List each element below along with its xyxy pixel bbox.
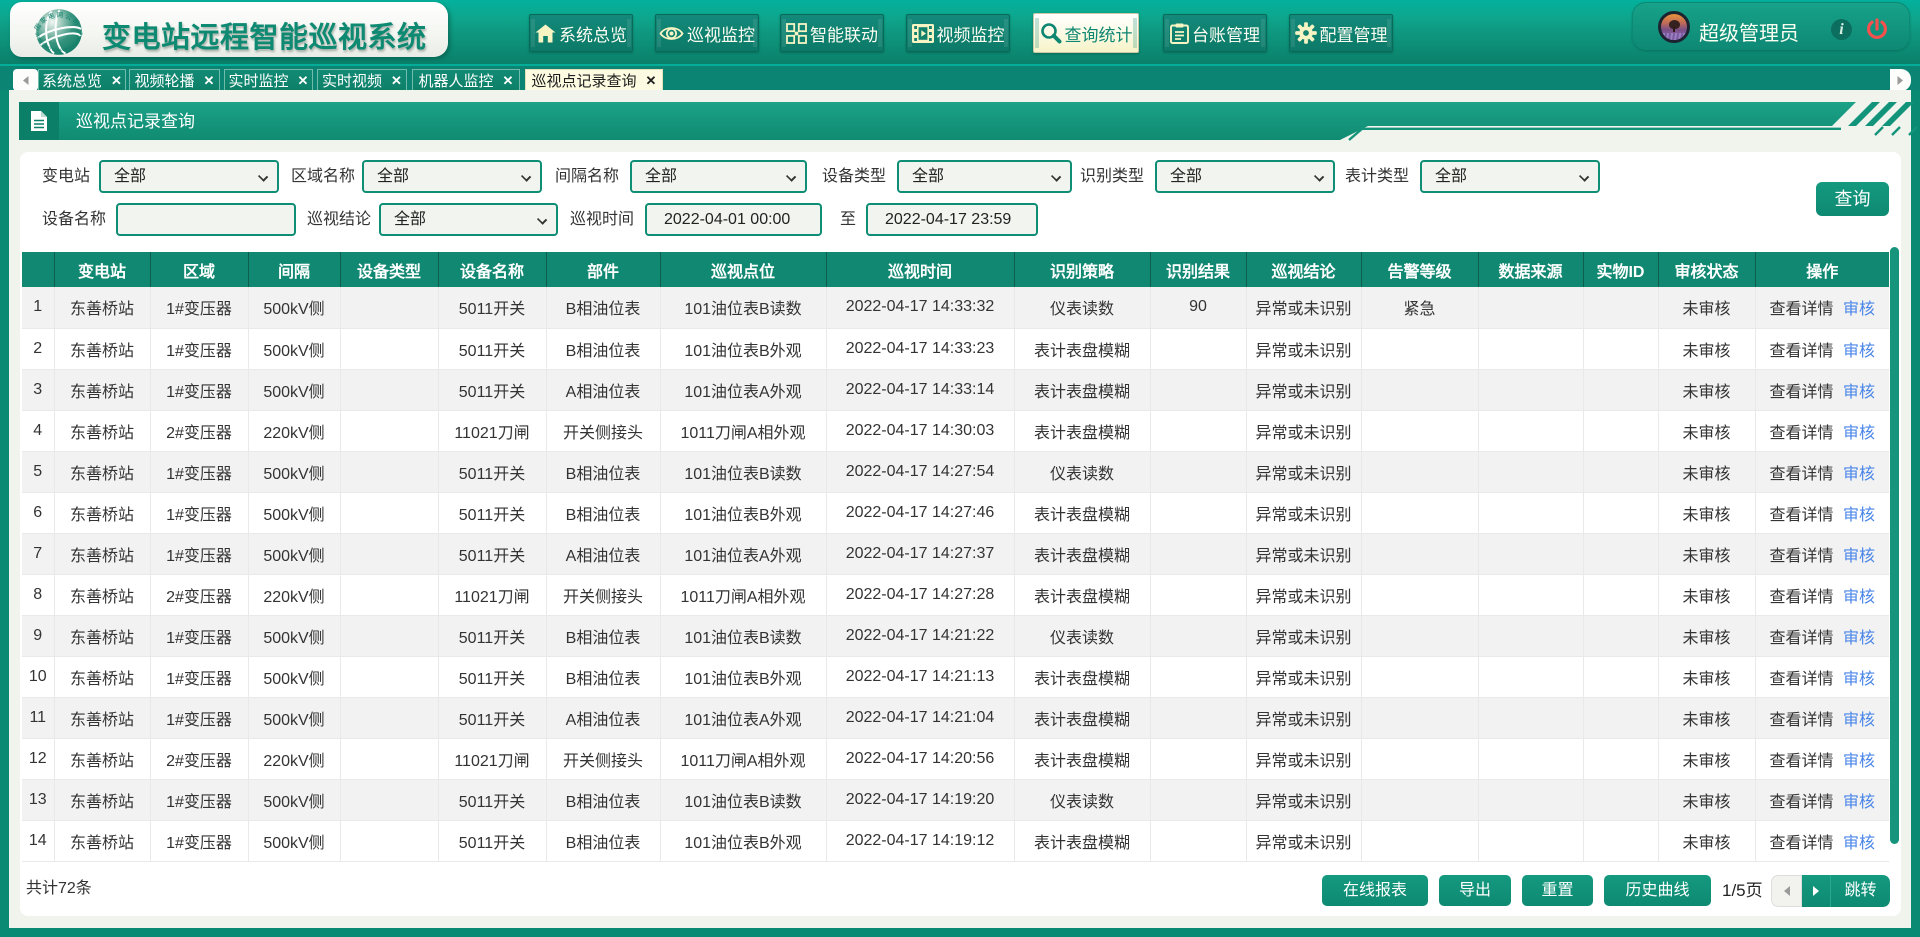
svg-text:巡视点记录查询: 巡视点记录查询 bbox=[76, 112, 195, 131]
